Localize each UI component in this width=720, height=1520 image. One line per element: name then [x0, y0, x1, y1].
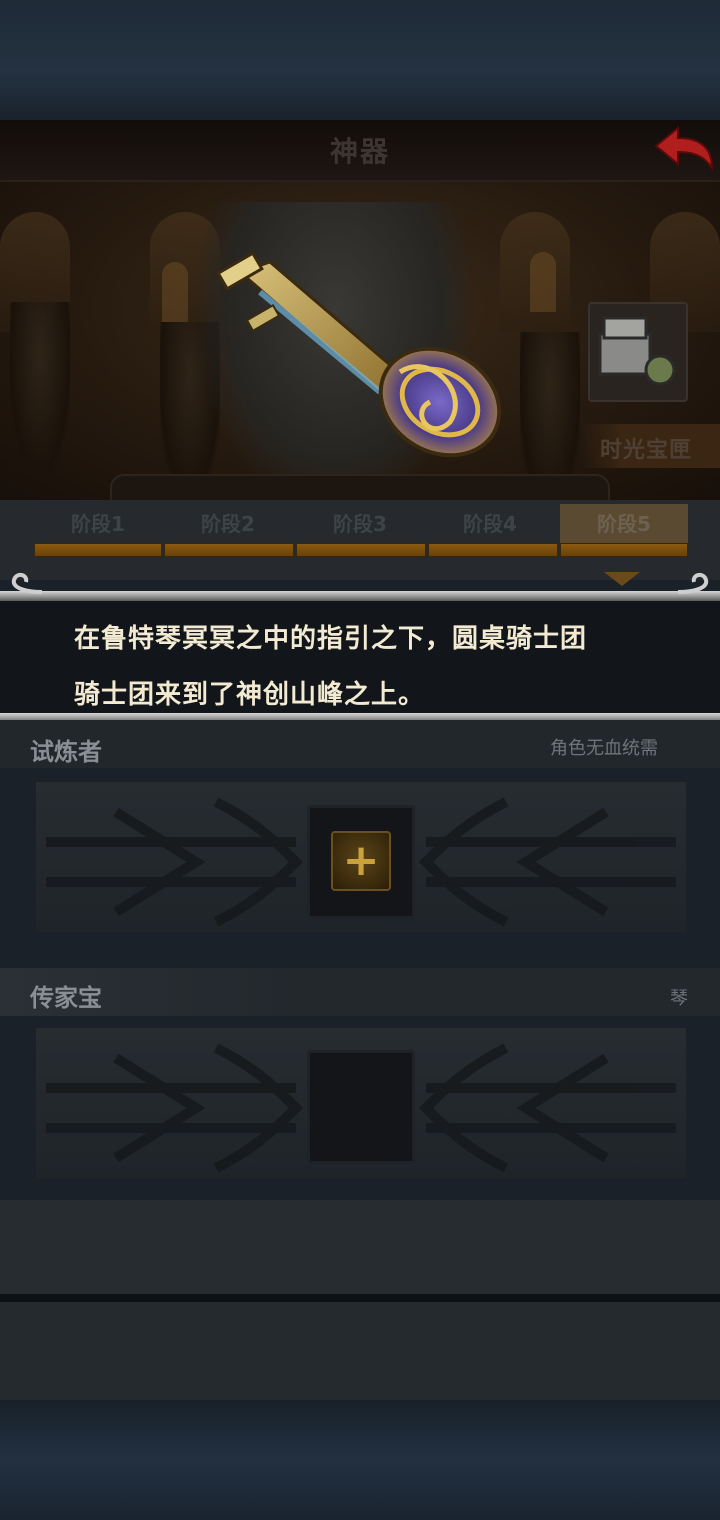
stage-progress-segment: [560, 543, 688, 557]
tab-stage-2[interactable]: 阶段2: [164, 504, 292, 544]
back-button[interactable]: [650, 124, 716, 174]
heirloom-header: [0, 968, 720, 1016]
bottom-background: [0, 1400, 720, 1520]
knight-figure: [10, 302, 70, 472]
heirloom-slot[interactable]: [307, 1050, 415, 1164]
chest-label: 时光宝匣: [600, 438, 693, 463]
stage-progress-segment: [296, 543, 426, 557]
scroll-ornament-icon: [11, 573, 43, 594]
tab-stage-3[interactable]: 阶段3: [296, 504, 424, 544]
treasure-chest-icon: [598, 316, 676, 386]
hall-window: [530, 252, 556, 312]
stage-progress-segment: [164, 543, 294, 557]
dialog-border-top: [0, 591, 720, 601]
tab-stage-4[interactable]: 阶段4: [426, 504, 554, 544]
scroll-ornament-icon: [677, 573, 709, 594]
trainer-title: 试炼者: [30, 738, 102, 766]
plus-icon: +: [342, 835, 380, 886]
back-arrow-icon: [654, 125, 714, 172]
hall-window: [162, 262, 188, 322]
heirloom-title: 传家宝: [30, 984, 102, 1012]
page-title: 神器: [329, 135, 390, 168]
footer-area: [0, 1302, 720, 1400]
lute-artifact-icon[interactable]: [200, 252, 520, 462]
divider: [0, 1294, 720, 1302]
trainer-note: 角色无血统需: [550, 738, 658, 759]
top-background: [0, 0, 720, 120]
tab-stage-5[interactable]: 阶段5: [560, 504, 688, 544]
heirloom-note: 琴: [670, 988, 688, 1009]
stage-progress-segment: [428, 543, 558, 557]
dialog-line-1: 在鲁特琴冥冥之中的指引之下，圆桌骑士团: [74, 624, 588, 654]
artifact-scene: 时光宝匣: [0, 182, 720, 500]
tab-stage-1[interactable]: 阶段1: [34, 504, 162, 544]
stage-marker-icon: [604, 572, 640, 586]
artifact-name-plate: [110, 474, 610, 500]
time-chest-button[interactable]: [588, 302, 688, 402]
dialog-line-2: 骑士团来到了神创山峰之上。: [74, 680, 426, 710]
stage-progress-segment: [34, 543, 162, 557]
add-trainer-button[interactable]: +: [331, 831, 391, 891]
lower-panel: [0, 1200, 720, 1295]
